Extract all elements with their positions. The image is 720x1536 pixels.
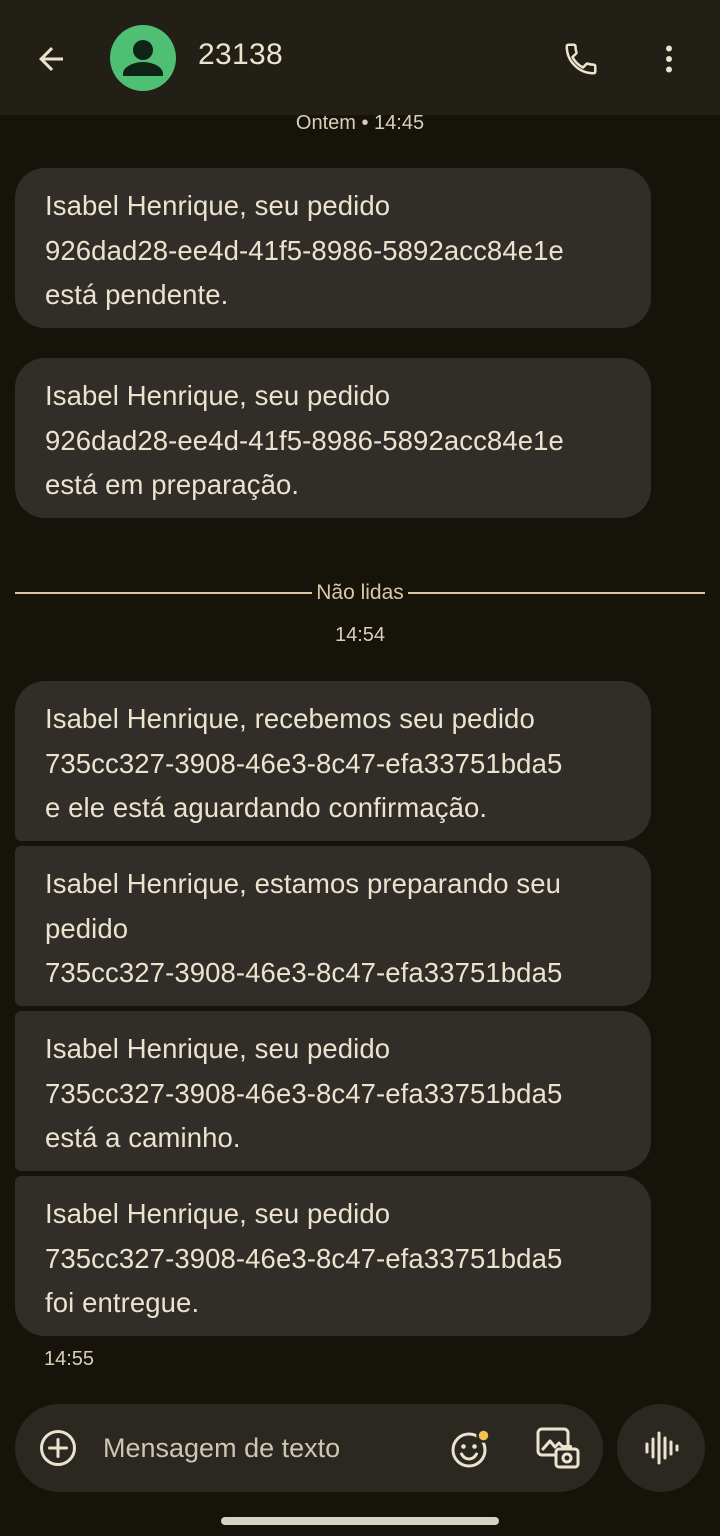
message-line: foi entregue. bbox=[45, 1287, 200, 1318]
more-vert-icon bbox=[666, 45, 672, 73]
arrow-left-icon bbox=[39, 47, 63, 71]
message-line: Isabel Henrique, estamos preparando seu bbox=[45, 868, 562, 899]
message-line: Isabel Henrique, seu pedido bbox=[45, 380, 391, 411]
emoji-button[interactable] bbox=[447, 1424, 495, 1472]
message-line: 735cc327-3908-46e3-8c47-efa33751bda5 bbox=[45, 1242, 563, 1274]
message-line: pedido bbox=[45, 912, 129, 944]
gallery-button[interactable] bbox=[531, 1422, 585, 1476]
message-composer bbox=[15, 1404, 603, 1492]
call-button[interactable] bbox=[552, 30, 610, 88]
plus-circle-icon bbox=[40, 1430, 76, 1466]
voice-message-button[interactable] bbox=[617, 1404, 705, 1492]
message-bubble[interactable]: Isabel Henrique, recebemos seu pedido 73… bbox=[15, 681, 651, 841]
message-bubble[interactable]: Isabel Henrique, seu pedido 735cc327-390… bbox=[15, 1011, 651, 1171]
unread-divider: Não lidas bbox=[15, 578, 705, 608]
app-bar: 23138 bbox=[0, 0, 720, 115]
home-indicator[interactable] bbox=[221, 1517, 499, 1525]
divider-line bbox=[15, 592, 313, 594]
unread-label: Não lidas bbox=[316, 581, 404, 604]
message-line: 926dad28-ee4d-41f5-8986-5892acc84e1e bbox=[45, 424, 564, 456]
message-line: 735cc327-3908-46e3-8c47-efa33751bda5 bbox=[45, 957, 563, 988]
message-bubble[interactable]: Isabel Henrique, seu pedido 926dad28-ee4… bbox=[15, 358, 651, 518]
phone-icon bbox=[565, 43, 597, 75]
message-timestamp: 14:55 bbox=[44, 1348, 95, 1370]
more-options-button[interactable] bbox=[640, 30, 698, 88]
contact-name[interactable]: 23138 bbox=[198, 38, 283, 72]
message-bubble[interactable]: Isabel Henrique, seu pedido 926dad28-ee4… bbox=[15, 168, 651, 328]
back-button[interactable] bbox=[22, 30, 80, 88]
message-line: está pendente. bbox=[45, 279, 229, 310]
gallery-icon bbox=[536, 1427, 580, 1469]
emoji-icon bbox=[451, 1428, 491, 1468]
timestamp-divider: Ontem • 14:45 bbox=[295, 112, 425, 134]
divider-line bbox=[407, 592, 705, 594]
message-input[interactable] bbox=[103, 1426, 433, 1470]
contact-avatar[interactable] bbox=[110, 25, 176, 91]
message-line: 735cc327-3908-46e3-8c47-efa33751bda5 bbox=[45, 747, 563, 779]
person-icon bbox=[123, 40, 163, 76]
message-line: Isabel Henrique, recebemos seu pedido bbox=[45, 703, 535, 734]
voice-waveform-icon bbox=[645, 1431, 679, 1465]
message-line: Isabel Henrique, seu pedido bbox=[45, 190, 391, 221]
message-line: está em preparação. bbox=[45, 469, 300, 500]
message-line: 926dad28-ee4d-41f5-8986-5892acc84e1e bbox=[45, 234, 564, 266]
message-bubble[interactable]: Isabel Henrique, seu pedido 735cc327-390… bbox=[15, 1176, 651, 1336]
message-line: Isabel Henrique, seu pedido bbox=[45, 1033, 391, 1064]
message-line: está a caminho. bbox=[45, 1122, 241, 1153]
message-line: e ele está aguardando confirmação. bbox=[45, 792, 488, 823]
message-line: 735cc327-3908-46e3-8c47-efa33751bda5 bbox=[45, 1077, 563, 1109]
timestamp-divider: 14:54 bbox=[334, 624, 386, 646]
message-line: Isabel Henrique, seu pedido bbox=[45, 1198, 391, 1229]
add-attachment-button[interactable] bbox=[35, 1425, 81, 1471]
message-bubble[interactable]: Isabel Henrique, estamos preparando seu … bbox=[15, 846, 651, 1006]
